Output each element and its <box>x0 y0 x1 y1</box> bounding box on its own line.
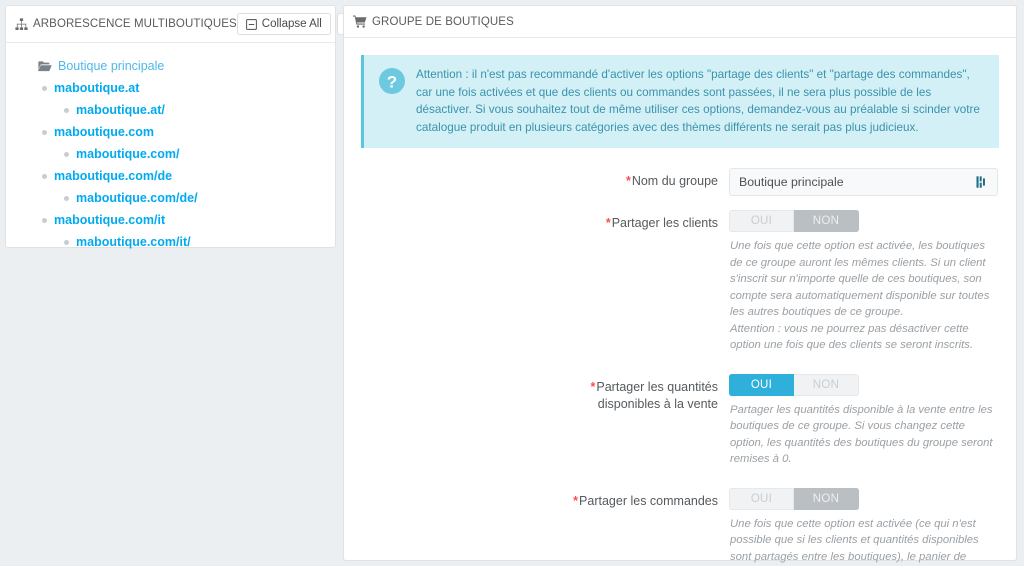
bullet-icon <box>42 85 47 91</box>
share-customers-help: Une fois que cette option est activée, l… <box>729 238 998 354</box>
share-quantities-help: Partager les quantités disponible à la v… <box>729 402 998 468</box>
share-orders-toggle[interactable]: OUI NON <box>729 487 859 510</box>
share-quantities-label-line1: Partager les quantités <box>596 379 718 394</box>
tree-column: ARBORESCENCE MULTIBOUTIQUES Collapse All <box>0 0 426 249</box>
share-quantities-yes[interactable]: OUI <box>729 373 794 396</box>
share-quantities-label-line2: disponibles à la vente <box>597 396 718 411</box>
required-asterisk: * <box>605 216 611 230</box>
tree-link-maboutique-at[interactable]: maboutique.at <box>54 78 139 98</box>
share-orders-yes[interactable]: OUI <box>729 487 794 510</box>
help-line: Attention : vous ne pourrez pas désactiv… <box>730 322 974 352</box>
help-line: Une fois que cette option est activée (c… <box>730 517 979 563</box>
share-customers-toggle[interactable]: OUI NON <box>729 210 859 232</box>
required-asterisk: * <box>573 493 579 508</box>
group-name-label: *Nom du groupe <box>344 168 729 196</box>
svg-text:?: ? <box>387 72 397 91</box>
form-fields: *Nom du groupe Boutique principale *Part… <box>344 154 1016 566</box>
field-row-share-quantities: *Partager les quantités disponibles à la… <box>344 373 1016 468</box>
share-orders-control: OUI NON Une fois que cette option est ac… <box>729 487 1016 566</box>
tree-item[interactable]: maboutique.com/it/ <box>16 231 325 253</box>
group-name-label-text: Nom du groupe <box>631 174 718 188</box>
tree-link-maboutique-com[interactable]: maboutique.com <box>54 122 154 142</box>
warning-alert-text: Attention : il n'est pas recommandé d'ac… <box>416 68 980 134</box>
bullet-icon <box>42 173 47 179</box>
field-row-share-orders: *Partager les commandes OUI NON Une fois… <box>344 487 1016 566</box>
field-row-share-customers: *Partager les clients OUI NON Une fois q… <box>344 210 1016 354</box>
multistore-tree-panel: ARBORESCENCE MULTIBOUTIQUES Collapse All <box>5 5 426 249</box>
store-tree: Boutique principale maboutique.at mabout… <box>6 43 335 263</box>
minus-square-icon <box>245 18 257 30</box>
tree-item[interactable]: maboutique.com <box>16 121 325 143</box>
tree-panel-header: ARBORESCENCE MULTIBOUTIQUES Collapse All <box>6 6 426 43</box>
share-quantities-no[interactable]: NON <box>794 373 859 396</box>
shop-group-panel: GROUPE DE BOUTIQUES ? Attention : il n'e… <box>343 5 1017 563</box>
share-customers-label: *Partager les clients <box>344 210 729 354</box>
warning-alert: ? Attention : il n'est pas recommandé d'… <box>361 55 999 148</box>
collapse-all-label: Collapse All <box>261 18 322 30</box>
tree-link-maboutique-com-it-slash[interactable]: maboutique.com/it/ <box>76 232 191 252</box>
shopping-cart-icon <box>353 15 367 28</box>
share-orders-help: Une fois que cette option est activée (c… <box>729 516 998 566</box>
page-root: ARBORESCENCE MULTIBOUTIQUES Collapse All <box>0 0 1024 566</box>
bullet-icon <box>42 129 47 135</box>
required-asterisk: * <box>590 379 596 394</box>
tree-link-maboutique-com-slash[interactable]: maboutique.com/ <box>76 144 179 164</box>
tree-link-maboutique-at-slash[interactable]: maboutique.at/ <box>76 100 165 120</box>
tree-link-maboutique-com-it[interactable]: maboutique.com/it <box>54 210 165 230</box>
tree-item[interactable]: maboutique.com/ <box>16 143 325 165</box>
share-quantities-control: OUI NON Partager les quantités disponibl… <box>729 373 1016 468</box>
question-circle-icon: ? <box>379 68 405 99</box>
tree-item[interactable]: maboutique.at <box>16 77 325 99</box>
share-customers-label-text: Partager les clients <box>611 216 718 230</box>
share-customers-yes[interactable]: OUI <box>729 210 794 232</box>
bullet-icon <box>42 217 47 223</box>
tree-link-maboutique-com-de-slash[interactable]: maboutique.com/de/ <box>76 188 198 208</box>
share-orders-label: *Partager les commandes <box>344 488 729 566</box>
group-name-control <box>729 168 1016 196</box>
tree-root-item[interactable]: Boutique principale <box>16 55 325 77</box>
tree-item[interactable]: maboutique.com/de/ <box>16 187 325 209</box>
form-body: ? Attention : il n'est pas recommandé d'… <box>344 38 1016 566</box>
bullet-icon <box>64 151 69 157</box>
bullet-icon <box>64 195 69 201</box>
share-quantities-toggle[interactable]: OUI NON <box>729 373 859 396</box>
sitemap-icon <box>15 17 28 31</box>
tree-item[interactable]: maboutique.at/ <box>16 99 325 121</box>
help-line: Partager les quantités disponible à la v… <box>730 403 993 466</box>
help-line: Une fois que cette option est activée, l… <box>730 240 990 318</box>
form-column: GROUPE DE BOUTIQUES ? Attention : il n'e… <box>336 0 1024 566</box>
share-orders-no[interactable]: NON <box>794 487 859 510</box>
form-panel-header: GROUPE DE BOUTIQUES <box>344 6 1016 38</box>
required-asterisk: * <box>625 174 631 188</box>
field-row-group-name: *Nom du groupe <box>344 168 1016 196</box>
group-name-input-wrap <box>729 168 998 196</box>
bullet-icon <box>64 239 69 245</box>
share-quantities-label: *Partager les quantités disponibles à la… <box>344 374 729 468</box>
form-panel-title: GROUPE DE BOUTIQUES <box>372 15 514 28</box>
page-right-edge <box>1017 0 1024 566</box>
share-customers-control: OUI NON Une fois que cette option est ac… <box>729 210 1016 354</box>
tree-panel-title: ARBORESCENCE MULTIBOUTIQUES <box>33 18 237 30</box>
tree-item[interactable]: maboutique.com/it <box>16 209 325 231</box>
open-folder-icon <box>38 60 52 72</box>
bullet-icon <box>64 107 69 113</box>
group-name-input[interactable] <box>730 169 997 195</box>
tree-item[interactable]: maboutique.com/de <box>16 165 325 187</box>
share-customers-no[interactable]: NON <box>794 210 859 232</box>
share-orders-label-text: Partager les commandes <box>579 493 718 508</box>
tree-link-root[interactable]: Boutique principale <box>58 56 164 76</box>
collapse-all-button[interactable]: Collapse All <box>236 13 331 35</box>
tree-link-maboutique-com-de[interactable]: maboutique.com/de <box>54 166 172 186</box>
sitemap-icon[interactable] <box>976 176 989 189</box>
